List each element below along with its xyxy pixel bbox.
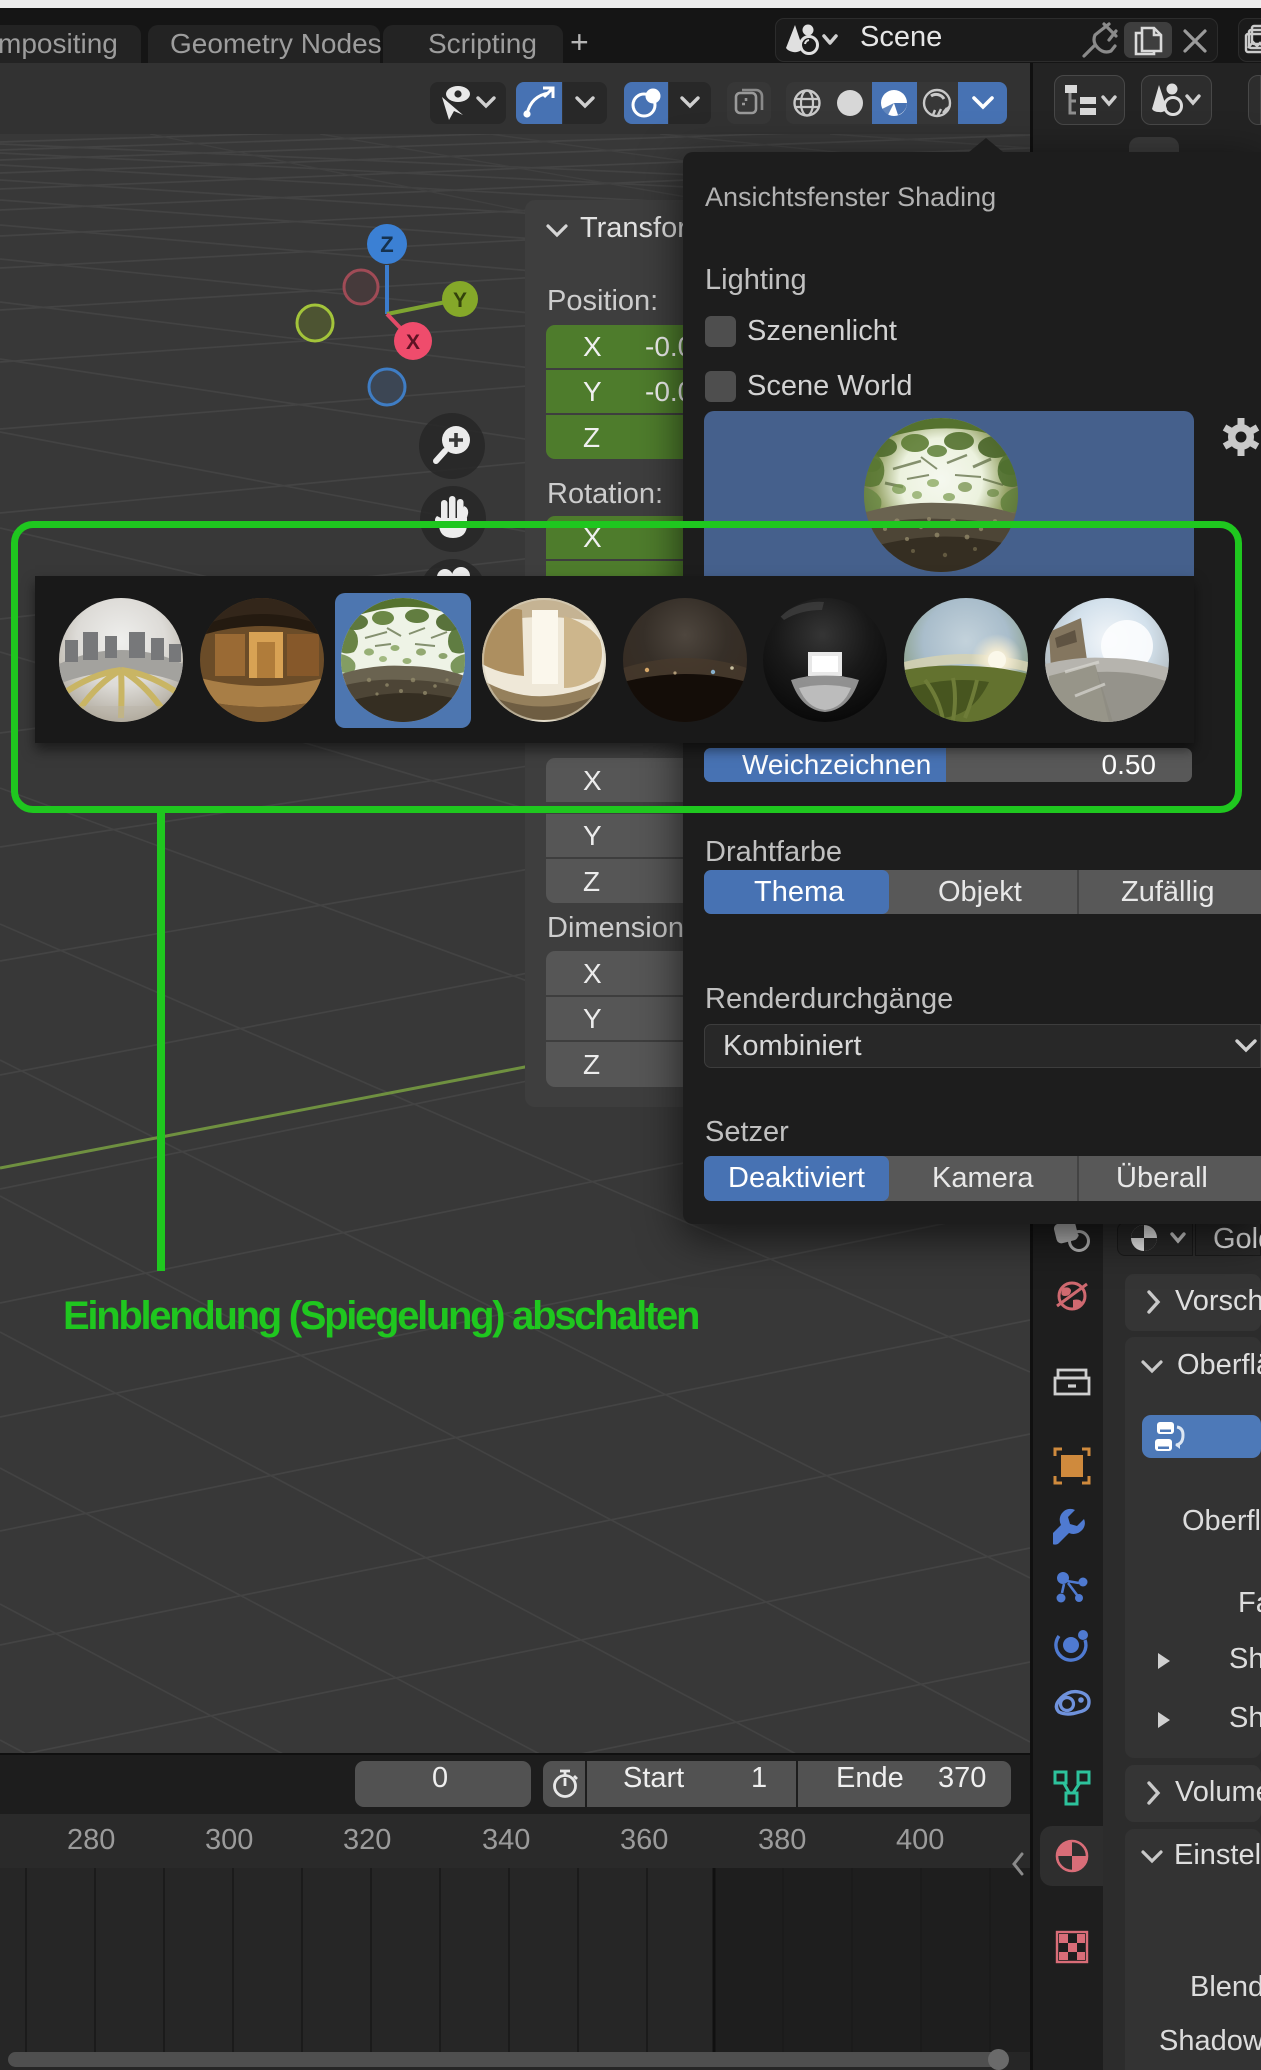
svg-text:Z: Z (380, 232, 393, 257)
svg-text:Y: Y (453, 289, 467, 312)
svg-text:X: X (406, 331, 420, 354)
